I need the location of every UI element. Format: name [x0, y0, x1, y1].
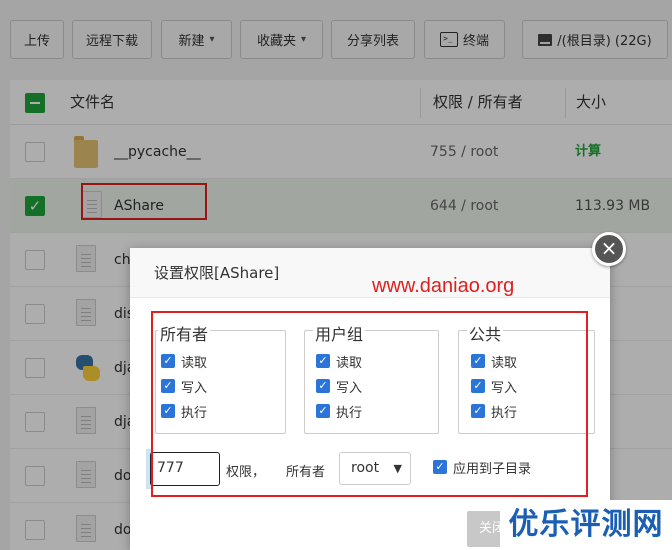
- watermark-brand-logo: 优乐评测网: [500, 500, 672, 550]
- dialog-title: 设置权限[AShare]: [130, 248, 610, 298]
- annotation-box-panel: [151, 311, 588, 497]
- watermark-url: www.daniao.org: [372, 275, 515, 297]
- close-icon[interactable]: ×: [592, 232, 626, 266]
